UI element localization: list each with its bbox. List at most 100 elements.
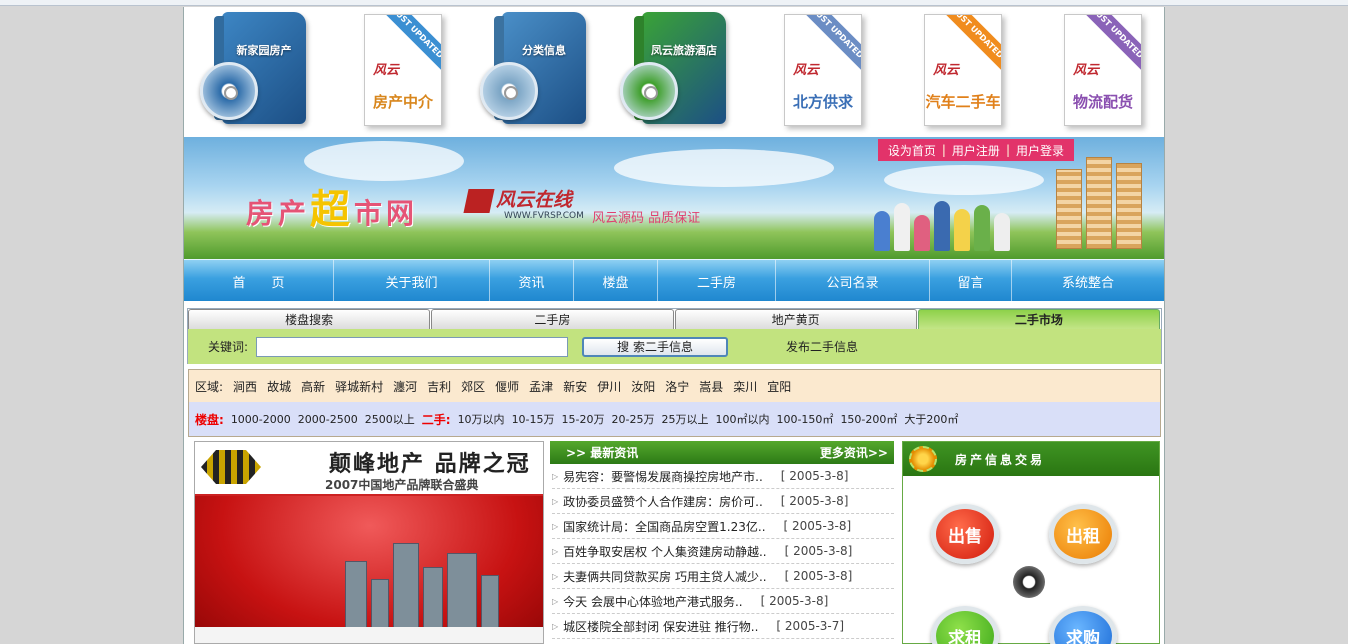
area-link[interactable]: 洛宁 (665, 378, 689, 395)
nav-item[interactable]: 首 页 (184, 260, 334, 302)
news-item[interactable]: ▷ 夫妻俩共同贷款买房 巧用主贷人减少.. [ 2005-3-8] (552, 564, 894, 589)
news-item[interactable]: ▷ 易宪容：要警惕发展商操控房地产市.. [ 2005-3-8] (552, 464, 894, 489)
news-item[interactable]: ▷ 城区楼院全部封闭 保安进驻 推行物.. [ 2005-3-7] (552, 614, 894, 639)
trade-buttons: 出售 出租 求租 求购 (903, 476, 1159, 644)
product-book: JUST UPDATED 风云 房产中介 (364, 14, 442, 126)
product-item[interactable]: JUST UPDATED 风云 房产中介 (334, 10, 464, 132)
price-link-used[interactable]: 150-200㎡ (840, 411, 897, 427)
trade-panel: 房产信息交易 出售 出租 求租 求购 (902, 441, 1160, 644)
publish-link[interactable]: 发布二手信息 (786, 338, 858, 355)
news-item-date: [ 2005-3-8] (780, 494, 849, 508)
ad-banner[interactable]: 颠峰地产 品牌之冠 2007中国地产品牌联合盛典 (194, 441, 544, 644)
search-tab[interactable]: 二手市场 (917, 309, 1160, 329)
area-link[interactable]: 孟津 (529, 378, 553, 395)
search-tab[interactable]: 楼盘搜索 (188, 309, 431, 329)
price-link-used[interactable]: 10万以内 (458, 411, 505, 427)
area-link[interactable]: 偃师 (495, 378, 519, 395)
bullet-icon: ▷ (552, 521, 559, 531)
search-button[interactable]: 搜 索二手信息 (582, 336, 729, 357)
price-link-used[interactable]: 25万以上 (661, 411, 708, 427)
browser-strip (0, 0, 1348, 6)
area-link[interactable]: 汝阳 (631, 378, 655, 395)
product-item[interactable]: JUST UPDATED 风云 北方供求 (754, 10, 884, 132)
family-photo (874, 189, 1014, 251)
area-link[interactable]: 伊川 (597, 378, 621, 395)
news-item-date: [ 2005-3-7] (776, 619, 845, 633)
bullet-icon: ▷ (552, 471, 559, 481)
price-link-used[interactable]: 大于200㎡ (904, 411, 958, 427)
price-link-used[interactable]: 10-15万 (512, 411, 555, 427)
product-item[interactable]: JUST UPDATED 风云 汽车二手车 (894, 10, 1024, 132)
area-link[interactable]: 驿城新村 (335, 378, 383, 395)
site-title-a: 房产 (246, 197, 311, 230)
area-link[interactable]: 吉利 (427, 378, 451, 395)
building (1086, 157, 1112, 249)
area-link[interactable]: 郊区 (461, 378, 485, 395)
news-item-date: [ 2005-3-8] (784, 569, 853, 583)
news-item-title[interactable]: 国家统计局：全国商品房空置1.23亿.. (563, 518, 765, 535)
news-item-title[interactable]: 今天 会展中心体验地产港式服务.. (563, 593, 742, 610)
nav-item[interactable]: 公司名录 (776, 260, 930, 302)
ad-subtitle: 2007中国地产品牌联合盛典 (325, 478, 479, 492)
rent-out-button[interactable]: 出租 (1049, 504, 1117, 564)
news-item-title[interactable]: 百姓争取安居权 个人集资建房动静越.. (563, 543, 766, 560)
product-name: 凤云旅游酒店 (651, 44, 717, 57)
news-item[interactable]: ▷ 国家统计局：全国商品房空置1.23亿.. [ 2005-3-8] (552, 514, 894, 539)
price-link-used[interactable]: 100-150㎡ (776, 411, 833, 427)
price-link-new[interactable]: 1000-2000 (231, 413, 291, 426)
news-item[interactable]: ▷ 今天 会展中心体验地产港式服务.. [ 2005-3-8] (552, 589, 894, 614)
product-logo: 风云 (793, 63, 820, 78)
area-link[interactable]: 涧西 (233, 378, 257, 395)
news-item-title[interactable]: 城区楼院全部封闭 保安进驻 推行物.. (563, 618, 758, 635)
price-link-used[interactable]: 15-20万 (562, 411, 605, 427)
product-item[interactable]: 分类信息 (474, 10, 604, 132)
nav-item[interactable]: 资讯 (490, 260, 574, 302)
area-link[interactable]: 故城 (267, 378, 291, 395)
area-link[interactable]: 宜阳 (767, 378, 791, 395)
bullet-icon: ▷ (552, 546, 559, 556)
product-item[interactable]: 新家园房产 (194, 10, 324, 132)
product-item[interactable]: JUST UPDATED 风云 物流配货 (1034, 10, 1164, 132)
nav-item[interactable]: 二手房 (658, 260, 776, 302)
price-link-new[interactable]: 2500以上 (365, 411, 415, 427)
news-item-date: [ 2005-3-8] (780, 469, 849, 483)
nav-item[interactable]: 关于我们 (334, 260, 490, 302)
area-link[interactable]: 瀍河 (393, 378, 417, 395)
nav-item[interactable]: 留言 (930, 260, 1012, 302)
news-item-date: [ 2005-3-8] (784, 544, 853, 558)
search-tab[interactable]: 二手房 (431, 309, 674, 329)
area-link[interactable]: 栾川 (733, 378, 757, 395)
news-item-title[interactable]: 政协委员盛赞个人合作建房：房价可.. (563, 493, 763, 510)
search-tab[interactable]: 地产黄页 (674, 309, 917, 329)
price-link-used[interactable]: 20-25万 (612, 411, 655, 427)
area-link[interactable]: 新安 (563, 378, 587, 395)
login-link[interactable]: 用户登录 (1016, 142, 1064, 159)
area-link[interactable]: 高新 (301, 378, 325, 395)
nav-item[interactable]: 系统整合 (1012, 260, 1164, 302)
register-link[interactable]: 用户注册 (952, 142, 1000, 159)
want-rent-button[interactable]: 求租 (931, 606, 999, 644)
more-news-link[interactable]: 更多资讯>> (820, 444, 888, 461)
news-list: ▷ 易宪容：要警惕发展商操控房地产市.. [ 2005-3-8] ▷ 政协委员盛赞… (550, 464, 894, 639)
news-panel: >> 最新资讯 更多资讯>> ▷ 易宪容：要警惕发展商操控房地产市.. [ 20… (550, 441, 894, 644)
bullet-icon: ▷ (552, 571, 559, 581)
want-buy-button[interactable]: 求购 (1049, 606, 1117, 644)
area-link[interactable]: 嵩县 (699, 378, 723, 395)
news-item-title[interactable]: 夫妻俩共同贷款买房 巧用主贷人减少.. (563, 568, 766, 585)
keyword-input[interactable] (256, 336, 569, 357)
news-item[interactable]: ▷ 政协委员盛赞个人合作建房：房价可.. [ 2005-3-8] (552, 489, 894, 514)
product-item[interactable]: 凤云旅游酒店 (614, 10, 744, 132)
separator: | (941, 143, 946, 157)
price-link-new[interactable]: 2000-2500 (298, 413, 358, 426)
news-item-title[interactable]: 易宪容：要警惕发展商操控房地产市.. (563, 468, 763, 485)
sell-button[interactable]: 出售 (931, 504, 999, 564)
news-item[interactable]: ▷ 百姓争取安居权 个人集资建房动静越.. [ 2005-3-8] (552, 539, 894, 564)
ad-logo-icon (201, 450, 261, 484)
nav-item[interactable]: 楼盘 (574, 260, 658, 302)
product-title: 汽车二手车 (925, 93, 1001, 111)
main-nav: 首 页关于我们 资讯 楼盘 二手房 公司名录 留言 系统整合 (184, 259, 1164, 302)
price-link-used[interactable]: 100㎡以内 (715, 411, 769, 427)
set-homepage-link[interactable]: 设为首页 (888, 142, 936, 159)
area-filter: 区域: 涧西 故城 高新 驿城新村 瀍河 吉利 郊区 偃师 孟津 新安 伊川 汝阳 洛宁 嵩县 栾川 宜阳 (189, 370, 1160, 402)
building (1116, 163, 1142, 249)
